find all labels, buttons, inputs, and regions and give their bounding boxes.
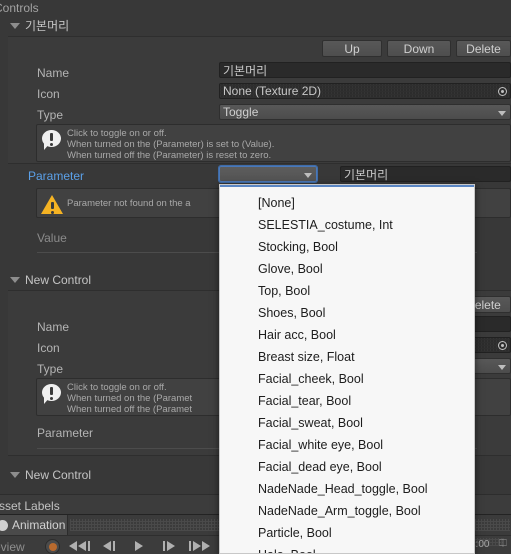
help-line-0-1: When turned on the (Parameter) is set to… — [67, 139, 275, 150]
foldout-arrow-icon — [10, 472, 20, 478]
help-box-0: Click to toggle on or off. When turned o… — [36, 124, 511, 162]
foldout-arrow-icon — [10, 277, 20, 283]
parameter-option[interactable]: Glove, Bool — [258, 258, 323, 280]
parameter-label-1: Parameter — [37, 426, 94, 440]
previous-keyframe-button[interactable] — [97, 538, 121, 554]
name-label-1: Name — [37, 320, 70, 334]
parameter-option[interactable]: Shoes, Bool — [258, 302, 325, 324]
parameter-dropdown-popup[interactable]: [None] SELESTIA_costume, Int Stocking, Boo… — [219, 184, 475, 554]
preview-label: review — [0, 540, 25, 554]
first-keyframe-button[interactable] — [67, 538, 91, 554]
icon-label-1: Icon — [37, 341, 60, 355]
last-keyframe-button[interactable] — [187, 538, 211, 554]
delete-button-0[interactable]: Delete — [456, 40, 511, 57]
parameter-option[interactable]: SELESTIA_costume, Int — [258, 214, 393, 236]
info-icon — [41, 129, 63, 151]
control-foldout-label-2: New Control — [25, 467, 92, 482]
parameter-text-input-0[interactable]: 기본머리 — [340, 166, 511, 182]
parameter-option[interactable]: Facial_cheek, Bool — [258, 368, 364, 390]
object-picker-icon-1[interactable] — [495, 338, 509, 352]
tab-animation[interactable]: Animation — [0, 515, 68, 535]
warning-icon — [41, 193, 63, 215]
type-dropdown-0[interactable]: Toggle — [219, 104, 511, 120]
name-label-0: Name — [37, 66, 70, 80]
parameter-dropdown-button-0[interactable] — [219, 166, 317, 182]
parameter-option[interactable]: Halo, Bool — [258, 544, 316, 553]
parameter-option[interactable]: Breast size, Float — [258, 346, 355, 368]
control-foldout-label-1: New Control — [25, 272, 92, 287]
move-down-button-0[interactable]: Down — [387, 40, 451, 57]
parameter-option[interactable]: NadeNade_Arm_toggle, Bool — [258, 500, 421, 522]
control-foldout-1[interactable]: New Control — [10, 271, 91, 288]
value-label-0: Value — [37, 231, 67, 245]
object-picker-icon-0[interactable] — [495, 84, 509, 98]
move-up-button-0[interactable]: Up — [322, 40, 382, 57]
parameter-label-0: Parameter — [28, 169, 85, 183]
info-icon — [41, 383, 63, 405]
warning-text-0: Parameter not found on the a — [67, 198, 191, 209]
animation-icon — [0, 519, 8, 531]
unity-inspector-window: Controls 기본머리 Up Down Delete Name 기본머리 I… — [0, 0, 511, 554]
type-dropdown-value-0: Toggle — [223, 105, 259, 119]
chevron-down-icon — [498, 365, 506, 370]
control-foldout-0[interactable]: 기본머리 — [10, 17, 69, 34]
help-line-1-2: When turned off the (Paramet — [67, 404, 192, 415]
parameter-option[interactable]: Facial_white eye, Bool — [258, 434, 383, 456]
play-button[interactable] — [127, 538, 151, 554]
asset-labels-title: Asset Labels — [0, 499, 60, 513]
icon-object-value-0: None (Texture 2D) — [223, 84, 322, 98]
parameter-option[interactable]: Facial_tear, Bool — [258, 390, 351, 412]
help-line-0-0: Click to toggle on or off. — [67, 128, 167, 139]
help-line-1-1: When turned on the (Paramet — [67, 393, 193, 404]
type-label-0: Type — [37, 108, 64, 122]
parameter-option[interactable]: Facial_sweat, Bool — [258, 412, 363, 434]
icon-label-0: Icon — [37, 87, 60, 101]
foldout-arrow-icon — [10, 23, 20, 29]
parameter-option[interactable]: [None] — [258, 192, 295, 214]
tab-animation-label: Animation — [12, 518, 66, 532]
name-input-0[interactable]: 기본머리 — [219, 62, 511, 78]
chevron-down-icon — [304, 173, 312, 178]
parameter-option[interactable]: Stocking, Bool — [258, 236, 338, 258]
popup-top-accent — [220, 185, 474, 187]
icon-object-field-0[interactable]: None (Texture 2D) — [219, 83, 511, 99]
parameter-option[interactable]: Top, Bool — [258, 280, 310, 302]
next-keyframe-button[interactable] — [157, 538, 181, 554]
chevron-down-icon — [498, 111, 506, 116]
parameter-option[interactable]: Particle, Bool — [258, 522, 332, 544]
help-line-1-0: Click to toggle on or off. — [67, 382, 167, 393]
record-button[interactable] — [45, 539, 60, 554]
parameter-option[interactable]: Facial_dead eye, Bool — [258, 456, 382, 478]
control-foldout-2[interactable]: New Control — [10, 466, 91, 483]
controls-section-title: Controls — [0, 1, 39, 15]
control-foldout-label-0: 기본머리 — [25, 19, 70, 33]
parameter-option[interactable]: NadeNade_Head_toggle, Bool — [258, 478, 428, 500]
type-label-1: Type — [37, 362, 64, 376]
parameter-option[interactable]: Hair acc, Bool — [258, 324, 336, 346]
help-line-0-2: When turned off the (Parameter) is reset… — [67, 150, 272, 161]
